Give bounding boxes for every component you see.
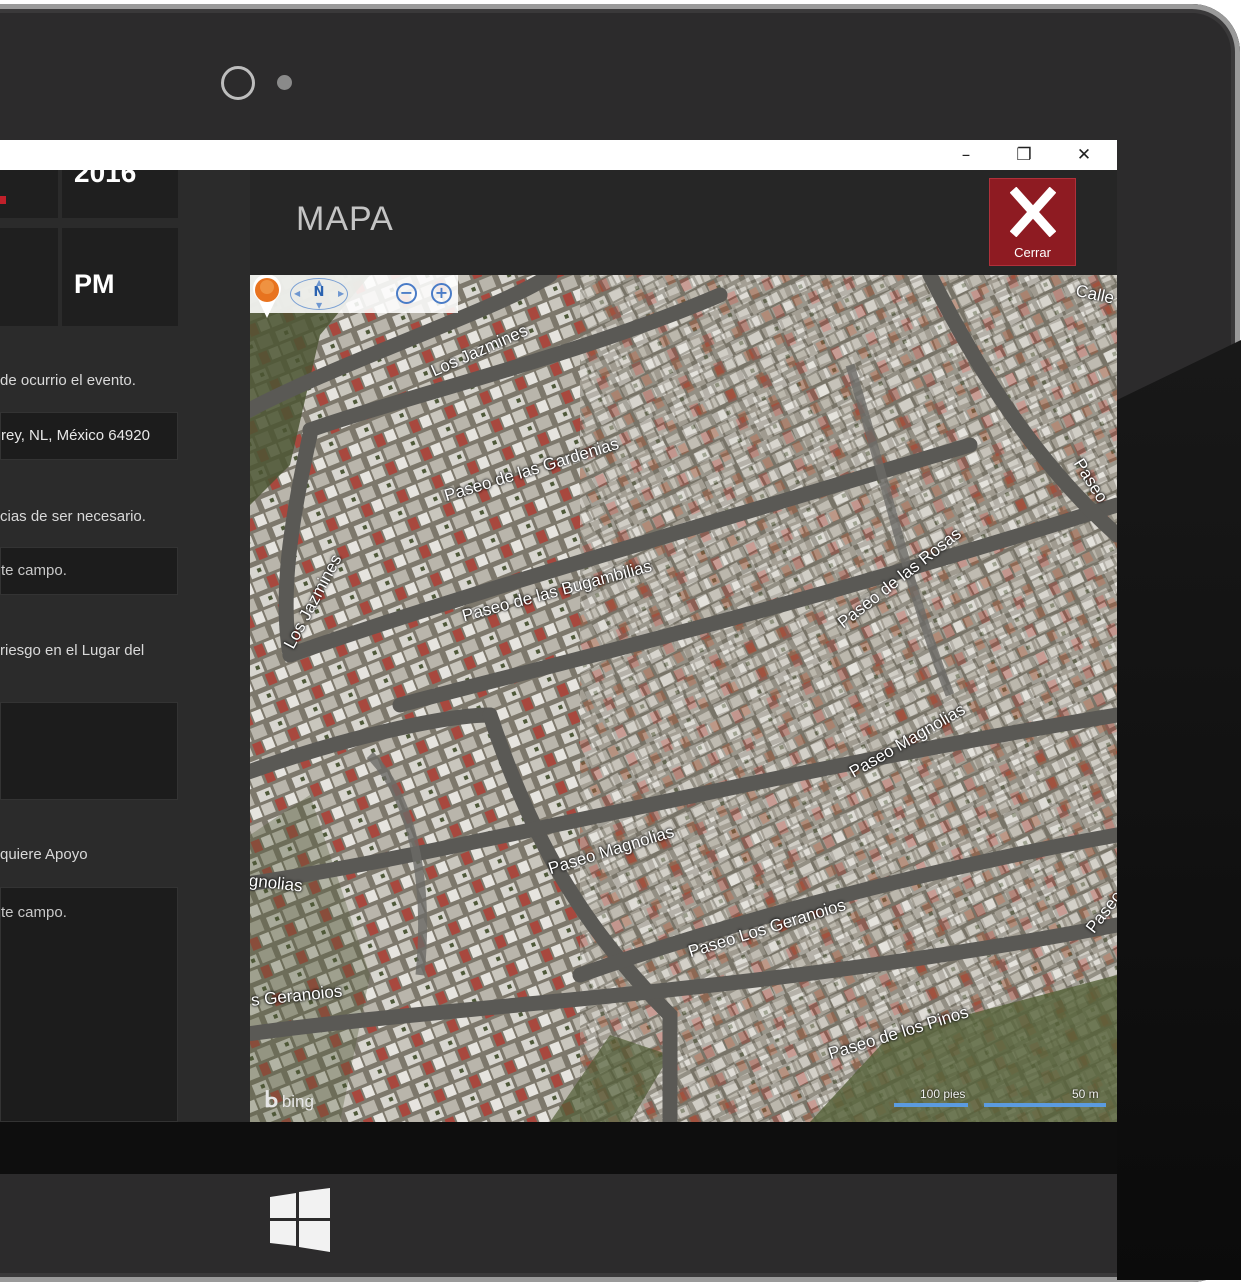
- bing-logo: ᖯ bing: [264, 1087, 314, 1112]
- risk-field[interactable]: [0, 702, 178, 800]
- compass-control[interactable]: ▲ ◀ ▶ ▼ N: [290, 278, 348, 310]
- support-placeholder: te campo.: [1, 904, 67, 921]
- year-value: 2016: [74, 170, 137, 188]
- scale-bar-metric: [984, 1103, 1106, 1107]
- close-label: Cerrar: [1014, 245, 1051, 260]
- meridiem-value: PM: [74, 269, 115, 299]
- time-meridiem-tile[interactable]: PM: [62, 228, 178, 326]
- camera-sensor: [277, 75, 292, 90]
- taskbar-strip: [0, 1122, 1117, 1174]
- address-field[interactable]: rey, NL, México 64920: [0, 412, 178, 460]
- references-field[interactable]: te campo.: [0, 547, 178, 595]
- location-label: de ocurrio el evento.: [0, 372, 136, 389]
- address-value: rey, NL, México 64920: [1, 427, 150, 444]
- window-titlebar: – ❐ ✕: [0, 140, 1117, 170]
- tablet-reflection: [1117, 340, 1241, 1280]
- scale-metric-label: 50 m: [1072, 1087, 1099, 1101]
- zoom-in-button[interactable]: +: [431, 283, 452, 304]
- bing-label: bing: [281, 1092, 314, 1111]
- location-pin-icon[interactable]: [250, 275, 284, 319]
- risk-label: riesgo en el Lugar del: [0, 642, 145, 659]
- windows-logo-icon[interactable]: [270, 1188, 330, 1252]
- time-hour-tile[interactable]: [0, 228, 58, 326]
- app-screen: – ❐ ✕ 2016 PM de ocurrio el evento. rey,…: [0, 140, 1117, 1122]
- map-title: MAPA: [296, 200, 394, 238]
- scale-imperial-label: 100 pies: [920, 1087, 966, 1101]
- references-label: cias de ser necesario.: [0, 508, 146, 525]
- camera-lens: [221, 66, 255, 100]
- zoom-out-button[interactable]: −: [396, 283, 417, 304]
- event-form-panel: 2016 PM de ocurrio el evento. rey, NL, M…: [0, 170, 250, 1122]
- support-label: quiere Apoyo: [0, 846, 88, 863]
- minimize-button[interactable]: –: [943, 140, 989, 170]
- maximize-button[interactable]: ❐: [1001, 140, 1047, 170]
- month-marker: [0, 196, 6, 204]
- compass-north-label: N: [313, 285, 325, 300]
- support-field[interactable]: te campo.: [0, 887, 178, 1122]
- window-close-button[interactable]: ✕: [1061, 140, 1107, 170]
- map-panel: MAPA Cerrar Los Jazmines Paseo de las Ga…: [250, 170, 1117, 1122]
- date-year-tile[interactable]: 2016: [62, 170, 178, 218]
- scale-bar-imperial: [894, 1103, 968, 1107]
- satellite-imagery: [250, 275, 1117, 1122]
- references-placeholder: te campo.: [1, 562, 67, 579]
- date-month-tile[interactable]: [0, 170, 58, 218]
- close-icon: [1010, 187, 1056, 237]
- close-map-button[interactable]: Cerrar: [989, 178, 1076, 266]
- map-view[interactable]: Los Jazmines Paseo de las Gardenias Pase…: [250, 275, 1117, 1122]
